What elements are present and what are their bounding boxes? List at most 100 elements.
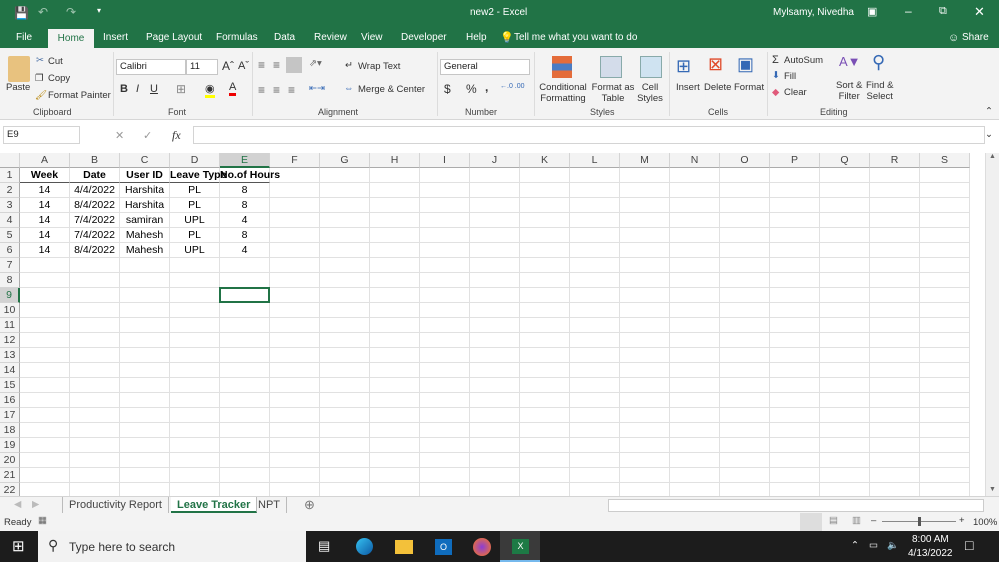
cell[interactable]	[70, 468, 120, 483]
increase-font-icon[interactable]: Aˆ	[222, 59, 234, 73]
prev-sheet-icon[interactable]: ◀	[14, 499, 21, 510]
formula-input[interactable]	[193, 126, 985, 144]
cell[interactable]	[620, 303, 670, 318]
cell[interactable]	[270, 333, 320, 348]
cell[interactable]	[770, 228, 820, 243]
cell[interactable]	[220, 318, 270, 333]
cell[interactable]	[520, 258, 570, 273]
row-header[interactable]: 6	[0, 243, 20, 258]
cell[interactable]	[570, 333, 620, 348]
cell[interactable]	[770, 273, 820, 288]
minimize-button[interactable]: –	[905, 4, 912, 18]
cell[interactable]	[470, 258, 520, 273]
cell[interactable]	[420, 408, 470, 423]
row-header[interactable]: 19	[0, 438, 20, 453]
cell[interactable]	[220, 438, 270, 453]
cell[interactable]	[320, 288, 370, 303]
cell[interactable]	[470, 183, 520, 198]
cell[interactable]	[270, 423, 320, 438]
cell[interactable]	[370, 348, 420, 363]
indent-icons[interactable]: ⇤⇥	[309, 83, 325, 94]
cell[interactable]	[870, 288, 920, 303]
row-header[interactable]: 21	[0, 468, 20, 483]
cell[interactable]	[870, 408, 920, 423]
header-cell[interactable]: Date	[70, 168, 120, 183]
cell[interactable]	[570, 453, 620, 468]
cell[interactable]	[120, 363, 170, 378]
cell[interactable]	[320, 453, 370, 468]
cell[interactable]	[620, 198, 670, 213]
cell[interactable]	[820, 273, 870, 288]
cell[interactable]	[670, 333, 720, 348]
redo-icon[interactable]: ↷	[66, 5, 76, 19]
clear-button[interactable]: Clear	[784, 87, 807, 98]
cell[interactable]	[370, 168, 420, 183]
cell[interactable]	[770, 378, 820, 393]
cell[interactable]	[70, 318, 120, 333]
row-header[interactable]: 10	[0, 303, 20, 318]
sheet-tab-leave-tracker[interactable]: Leave Tracker	[171, 497, 258, 513]
cell[interactable]	[920, 333, 970, 348]
tab-file[interactable]: File	[10, 28, 38, 48]
format-as-table-button[interactable]: Format as Table	[591, 82, 635, 104]
cell[interactable]	[370, 378, 420, 393]
cell[interactable]	[670, 228, 720, 243]
cell[interactable]	[170, 423, 220, 438]
cell[interactable]	[170, 318, 220, 333]
cell[interactable]	[520, 198, 570, 213]
tab-home[interactable]: Home	[48, 29, 94, 49]
cell[interactable]	[20, 468, 70, 483]
cell[interactable]	[820, 213, 870, 228]
cell[interactable]	[70, 288, 120, 303]
clock-time[interactable]: 8:00 AM	[912, 534, 949, 545]
decimal-icons[interactable]: ←.0 .00	[500, 83, 525, 90]
cell[interactable]	[670, 348, 720, 363]
cell[interactable]	[270, 483, 320, 497]
cell[interactable]	[820, 363, 870, 378]
select-all-corner[interactable]	[0, 153, 20, 168]
zoom-slider-thumb[interactable]	[918, 517, 921, 526]
cell[interactable]	[570, 438, 620, 453]
cell[interactable]	[270, 363, 320, 378]
autosum-button[interactable]: AutoSum	[784, 55, 823, 66]
cell[interactable]	[220, 393, 270, 408]
cell[interactable]	[670, 408, 720, 423]
cell[interactable]	[320, 213, 370, 228]
cell[interactable]	[20, 258, 70, 273]
cell[interactable]	[470, 468, 520, 483]
cell[interactable]	[620, 228, 670, 243]
cell[interactable]: 4	[220, 213, 270, 228]
decrease-font-icon[interactable]: Aˇ	[238, 60, 249, 72]
cell[interactable]	[770, 438, 820, 453]
cell[interactable]	[470, 333, 520, 348]
cell[interactable]	[120, 408, 170, 423]
cell[interactable]	[720, 198, 770, 213]
cell[interactable]	[320, 273, 370, 288]
taskbar-search[interactable]: ⚲ Type here to search	[38, 531, 306, 562]
font-name-select[interactable]: Calibri	[116, 59, 186, 75]
cell[interactable]	[870, 183, 920, 198]
tab-insert[interactable]: Insert	[97, 28, 134, 48]
font-size-select[interactable]: 11	[186, 59, 218, 75]
cell[interactable]	[770, 168, 820, 183]
cell[interactable]	[520, 168, 570, 183]
cell[interactable]	[870, 378, 920, 393]
cell[interactable]	[470, 288, 520, 303]
cell[interactable]	[720, 183, 770, 198]
cell[interactable]	[120, 453, 170, 468]
cell[interactable]	[770, 213, 820, 228]
cell[interactable]	[270, 318, 320, 333]
column-header-N[interactable]: N	[670, 153, 720, 168]
cell[interactable]	[620, 438, 670, 453]
cell[interactable]	[320, 483, 370, 497]
cell[interactable]	[820, 198, 870, 213]
cell[interactable]	[470, 363, 520, 378]
cell[interactable]	[770, 318, 820, 333]
cell[interactable]: 8/4/2022	[70, 198, 120, 213]
cell[interactable]	[920, 453, 970, 468]
cell[interactable]	[520, 183, 570, 198]
cell[interactable]	[620, 243, 670, 258]
cell[interactable]	[720, 168, 770, 183]
cell[interactable]	[370, 243, 420, 258]
row-header[interactable]: 20	[0, 453, 20, 468]
